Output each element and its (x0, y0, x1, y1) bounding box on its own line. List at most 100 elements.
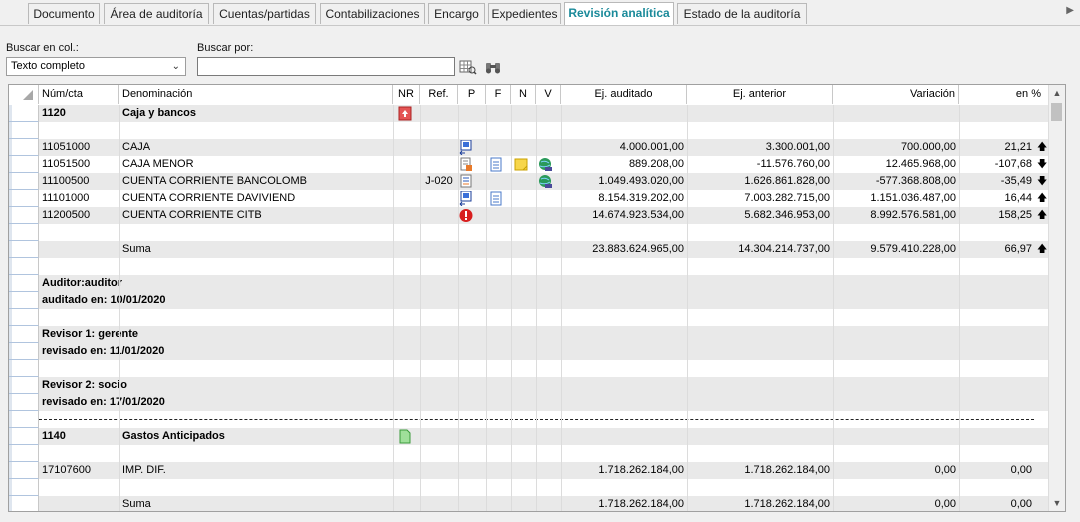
scroll-down-icon[interactable]: ▼ (1049, 495, 1065, 511)
group-row[interactable]: 1140 Gastos Anticipados (9, 428, 1050, 445)
globe-link-icon[interactable] (538, 157, 552, 172)
table-row[interactable] (9, 360, 1050, 377)
row-header[interactable] (9, 156, 39, 173)
row-header[interactable] (9, 360, 39, 377)
table-row[interactable] (9, 122, 1050, 139)
reviewer1-label: Revisor 1: gerente (42, 328, 138, 340)
table-row[interactable]: 11051000 CAJA 4.000.001,00 3.300.001,00 … (9, 139, 1050, 156)
row-header[interactable] (9, 343, 39, 360)
col-denominacion[interactable]: Denominación (119, 85, 393, 104)
row-header[interactable] (9, 122, 39, 139)
account-number: 11051500 (42, 158, 91, 170)
scroll-thumb[interactable] (1051, 103, 1062, 121)
row-header[interactable] (9, 207, 39, 224)
row-header[interactable] (9, 309, 39, 326)
search-input[interactable] (197, 57, 455, 76)
note-icon[interactable] (514, 157, 528, 172)
col-ej-anterior[interactable]: Ej. anterior (687, 85, 833, 104)
table-row[interactable] (9, 479, 1050, 496)
sum-pct: 0,00 (1010, 498, 1032, 510)
row-header[interactable] (9, 241, 39, 258)
sum-row[interactable]: Suma 1.718.262.184,00 1.718.262.184,00 0… (9, 496, 1050, 511)
tab-encargo[interactable]: Encargo (428, 3, 485, 24)
group-separator (39, 419, 1034, 420)
row-header[interactable] (9, 326, 39, 343)
group-row[interactable]: 1120 Caja y bancos (9, 105, 1050, 122)
program-list-icon[interactable] (459, 174, 473, 189)
nr-upload-icon[interactable] (398, 106, 412, 121)
col-f[interactable]: F (486, 85, 511, 104)
nr-green-doc-icon[interactable] (398, 429, 412, 444)
col-ref[interactable]: Ref. (420, 85, 458, 104)
row-header[interactable] (9, 275, 39, 292)
table-row[interactable]: 17107600 IMP. DIF. 1.718.262.184,00 1.71… (9, 462, 1050, 479)
program-doc-icon[interactable] (459, 140, 473, 155)
scroll-up-icon[interactable]: ▲ (1049, 85, 1065, 101)
row-header[interactable] (9, 224, 39, 241)
tab-scroll-right-icon[interactable]: ▶ (1066, 5, 1074, 16)
row-header[interactable] (9, 377, 39, 394)
tab-revision-analitica[interactable]: Revisión analítica (564, 2, 674, 25)
col-v[interactable]: V (536, 85, 561, 104)
tab-contabilizaciones[interactable]: Contabilizaciones (320, 3, 425, 24)
table-row[interactable]: 11200500 CUENTA CORRIENTE CITB 14.674.92… (9, 207, 1050, 224)
account-name: IMP. DIF. (122, 464, 166, 476)
col-p[interactable]: P (458, 85, 486, 104)
arrow-up-icon: 🡅 (1037, 210, 1048, 221)
search-column-select[interactable]: Texto completo ⌄ (6, 57, 186, 76)
col-nr[interactable]: NR (393, 85, 420, 104)
review-row: Revisor 2: socio (9, 377, 1050, 394)
pct-value: -35,49 (1000, 175, 1032, 187)
sum-row[interactable]: Suma 23.883.624.965,00 14.304.214.737,00… (9, 241, 1050, 258)
sum-audited: 1.718.262.184,00 (598, 498, 684, 510)
ref-value[interactable]: J-020 (420, 173, 458, 190)
tab-cuentas-partidas[interactable]: Cuentas/partidas (213, 3, 316, 24)
review-row: revisado en: 11/01/2020 (9, 343, 1050, 360)
tab-estado-auditoria[interactable]: Estado de la auditoría (677, 3, 807, 24)
row-header[interactable] (9, 479, 39, 496)
search-grid-button[interactable] (457, 56, 479, 77)
row-header[interactable] (9, 428, 39, 445)
row-header[interactable] (9, 139, 39, 156)
table-row[interactable] (9, 258, 1050, 275)
find-button[interactable] (482, 56, 504, 77)
sum-audited: 23.883.624.965,00 (592, 243, 684, 255)
vertical-scrollbar[interactable]: ▲ ▼ (1048, 85, 1065, 511)
row-header[interactable] (9, 292, 39, 309)
row-header[interactable] (9, 496, 39, 511)
chevron-down-icon: ⌄ (171, 61, 180, 72)
program-doc-icon[interactable] (459, 191, 473, 206)
row-header[interactable] (9, 105, 39, 122)
tab-documento[interactable]: Documento (28, 3, 100, 24)
table-row[interactable]: 11051500 CAJA MENOR 889.208,00 -11.576.7… (9, 156, 1050, 173)
col-en-pct[interactable]: en % (959, 85, 1050, 104)
table-row[interactable]: 11100500 CUENTA CORRIENTE BANCOLOMB J-02… (9, 173, 1050, 190)
col-num-cta[interactable]: Núm/cta (39, 85, 119, 104)
row-header[interactable] (9, 258, 39, 275)
file-doc-icon[interactable] (489, 191, 503, 206)
sum-label: Suma (122, 243, 151, 255)
table-row[interactable] (9, 445, 1050, 462)
row-header[interactable] (9, 462, 39, 479)
warning-icon[interactable] (459, 208, 473, 223)
col-variacion[interactable]: Variación (833, 85, 959, 104)
program-edit-icon[interactable] (459, 157, 473, 172)
sum-label: Suma (122, 498, 151, 510)
tab-expedientes[interactable]: Expedientes (488, 3, 561, 24)
row-header[interactable] (9, 190, 39, 207)
sum-variation: 0,00 (934, 498, 956, 510)
table-row[interactable]: 11101000 CUENTA CORRIENTE DAVIVIEND 8.15… (9, 190, 1050, 207)
col-n[interactable]: N (511, 85, 536, 104)
account-number: 11051000 (42, 141, 91, 153)
col-ej-auditado[interactable]: Ej. auditado (561, 85, 687, 104)
file-doc-icon[interactable] (489, 157, 503, 172)
select-all-corner[interactable] (9, 85, 39, 104)
row-header[interactable] (9, 445, 39, 462)
row-header[interactable] (9, 173, 39, 190)
table-row[interactable] (9, 224, 1050, 241)
tab-area-auditoria[interactable]: Área de auditoría (104, 3, 209, 24)
globe-link-icon[interactable] (538, 174, 552, 189)
row-header[interactable] (9, 394, 39, 411)
table-row[interactable] (9, 309, 1050, 326)
row-header[interactable] (9, 411, 39, 428)
